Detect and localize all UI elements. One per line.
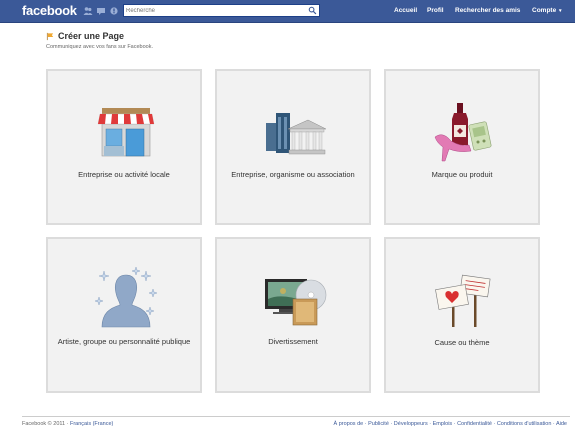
category-tile-entertainment[interactable]: Divertissement	[215, 237, 371, 393]
footer-link-careers[interactable]: Emplois	[433, 421, 453, 427]
footer-links: À propos de · Publicité · Développeurs ·…	[334, 421, 567, 427]
facebook-logo[interactable]: facebook	[22, 3, 77, 18]
language-link[interactable]: Français (France)	[70, 421, 113, 427]
friend-requests-icon[interactable]	[83, 6, 93, 16]
category-label: Divertissement	[268, 337, 318, 346]
search-input[interactable]	[124, 5, 306, 16]
notifications-icon[interactable]	[109, 6, 119, 16]
page-flag-icon	[46, 32, 54, 41]
nav-profile[interactable]: Profil	[427, 7, 444, 14]
storefront-icon	[97, 108, 155, 157]
notification-jewels	[83, 6, 119, 16]
products-icon	[434, 103, 492, 162]
messages-icon[interactable]	[96, 6, 106, 16]
search-icon[interactable]	[308, 6, 317, 15]
category-tile-local-business[interactable]: Entreprise ou activité locale	[46, 69, 202, 225]
category-label: Entreprise, organisme ou association	[231, 170, 355, 179]
chevron-down-icon: ▾	[559, 8, 562, 14]
category-tile-cause[interactable]: Cause ou thème	[384, 237, 540, 393]
nav-home[interactable]: Accueil	[394, 7, 417, 14]
footer-link-developers[interactable]: Développeurs	[394, 421, 428, 427]
protest-signs-icon	[435, 274, 491, 327]
category-tile-artist[interactable]: Artiste, groupe ou personnalité publique	[46, 237, 202, 393]
category-label: Marque ou produit	[431, 170, 493, 179]
nav-account-label: Compte	[532, 7, 557, 14]
category-label: Artiste, groupe ou personnalité publique	[57, 337, 191, 346]
top-bar: facebook Accueil Profil Rechercher des a…	[0, 0, 575, 23]
page-title: Créer une Page	[58, 31, 125, 41]
nav-account[interactable]: Compte ▾	[532, 7, 562, 14]
footer-link-privacy[interactable]: Confidentialité	[457, 421, 492, 427]
category-label: Entreprise ou activité locale	[78, 170, 170, 179]
footer-link-advertising[interactable]: Publicité	[368, 421, 389, 427]
footer-link-about[interactable]: À propos de	[334, 421, 364, 427]
search-box[interactable]	[123, 4, 320, 17]
office-buildings-icon	[266, 113, 326, 155]
entertainment-icon	[265, 279, 327, 326]
footer-link-terms[interactable]: Conditions d'utilisation	[497, 421, 552, 427]
footer-copyright: Facebook © 2011 · Français (France)	[22, 421, 113, 427]
copyright-text: Facebook © 2011 ·	[22, 421, 70, 427]
footer-link-help[interactable]: Aide	[556, 421, 567, 427]
category-tile-brand-product[interactable]: Marque ou produit	[384, 69, 540, 225]
category-label: Cause ou thème	[434, 338, 490, 347]
nav-find-friends[interactable]: Rechercher des amis	[455, 7, 520, 14]
star-silhouette-icon	[94, 267, 158, 328]
footer-divider	[22, 416, 570, 417]
category-tile-company[interactable]: Entreprise, organisme ou association	[215, 69, 371, 225]
page-subtitle: Communiquez avec vos fans sur Facebook.	[46, 44, 153, 50]
